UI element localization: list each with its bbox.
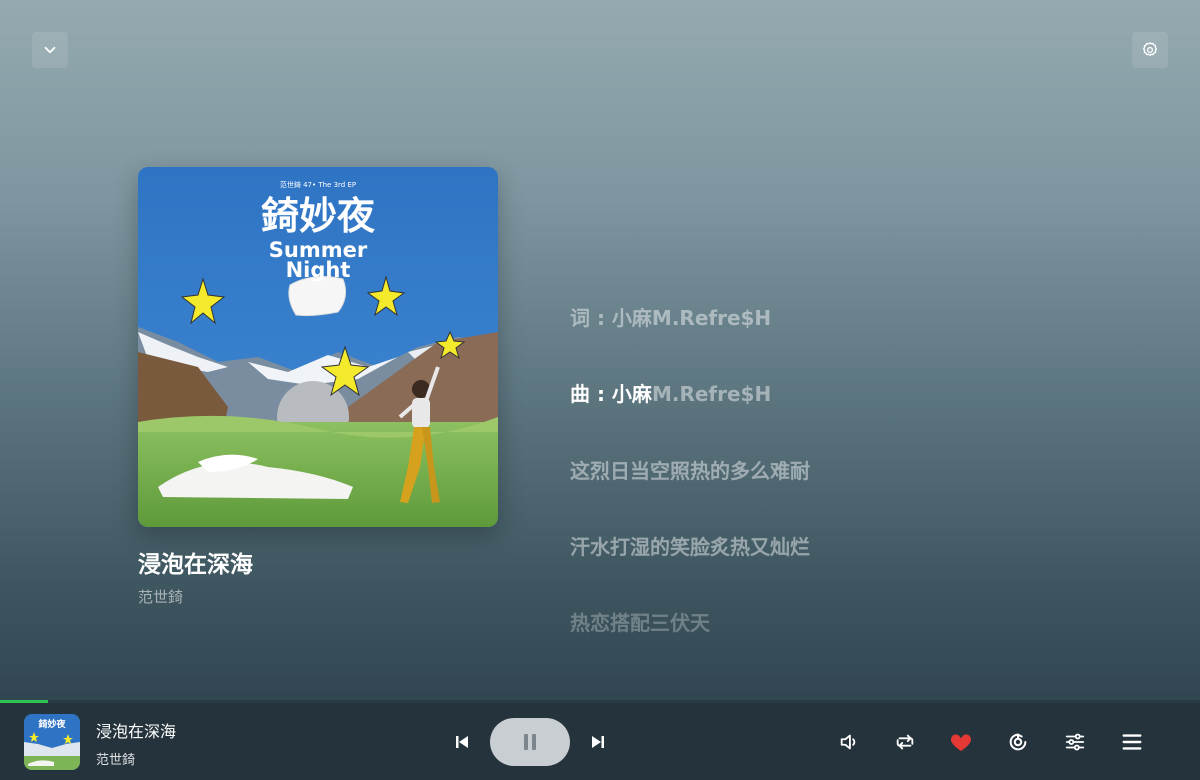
mini-album-cover[interactable]: 錡妙夜 [24, 714, 80, 770]
song-artist[interactable]: 范世錡 [138, 586, 183, 607]
collapse-button[interactable] [32, 32, 68, 68]
album-cover: 范世錡 47• The 3rd EP 錡妙夜 Summer Night [138, 167, 498, 527]
chevron-down-icon [44, 46, 56, 54]
pause-button[interactable] [490, 718, 570, 766]
lyric-line[interactable]: 词 : 小麻M.Refre$H [570, 302, 771, 331]
equalizer-icon [1065, 733, 1085, 751]
lyric-highlight: 曲 : 小麻 [570, 382, 652, 406]
lyric-rest: M.Refre$H [651, 382, 772, 406]
cover-header-text: 范世錡 47• The 3rd EP [280, 180, 356, 189]
gear-icon [1143, 42, 1157, 56]
player-bar: 錡妙夜 浸泡在深海 范世錡 [0, 703, 1200, 780]
lyric-line[interactable]: 这烈日当空照热的多么难耐 [570, 455, 810, 484]
cover-title-cn: 錡妙夜 [261, 194, 376, 238]
volume-icon [840, 734, 856, 750]
song-title: 浸泡在深海 [138, 552, 253, 578]
next-icon [592, 736, 604, 748]
repeat-button[interactable] [892, 729, 918, 755]
next-button[interactable] [588, 732, 608, 752]
heart-icon [951, 734, 971, 751]
player-artist[interactable]: 范世錡 [96, 749, 135, 768]
cover-title-en-2: Night [286, 258, 351, 282]
equalizer-button[interactable] [1062, 729, 1088, 755]
heartbeat-mode-button[interactable] [1005, 729, 1031, 755]
heartbeat-mode-icon [1009, 733, 1027, 751]
volume-button[interactable] [836, 729, 862, 755]
mini-cover-title: 錡妙夜 [38, 718, 66, 730]
lyric-line[interactable]: 热恋搭配三伏天 [570, 607, 710, 636]
lyric-line-current[interactable]: 曲 : 小麻M.Refre$H [570, 378, 771, 407]
previous-icon [456, 736, 468, 748]
pause-icon [524, 734, 536, 750]
settings-button[interactable] [1132, 32, 1168, 68]
repeat-icon [896, 734, 914, 750]
lyric-line[interactable]: 汗水打湿的笑脸炙热又灿烂 [570, 531, 810, 560]
player-song-title[interactable]: 浸泡在深海 [96, 718, 176, 742]
playlist-icon [1122, 734, 1142, 750]
like-button[interactable] [948, 729, 974, 755]
previous-button[interactable] [452, 732, 472, 752]
playlist-button[interactable] [1119, 729, 1145, 755]
